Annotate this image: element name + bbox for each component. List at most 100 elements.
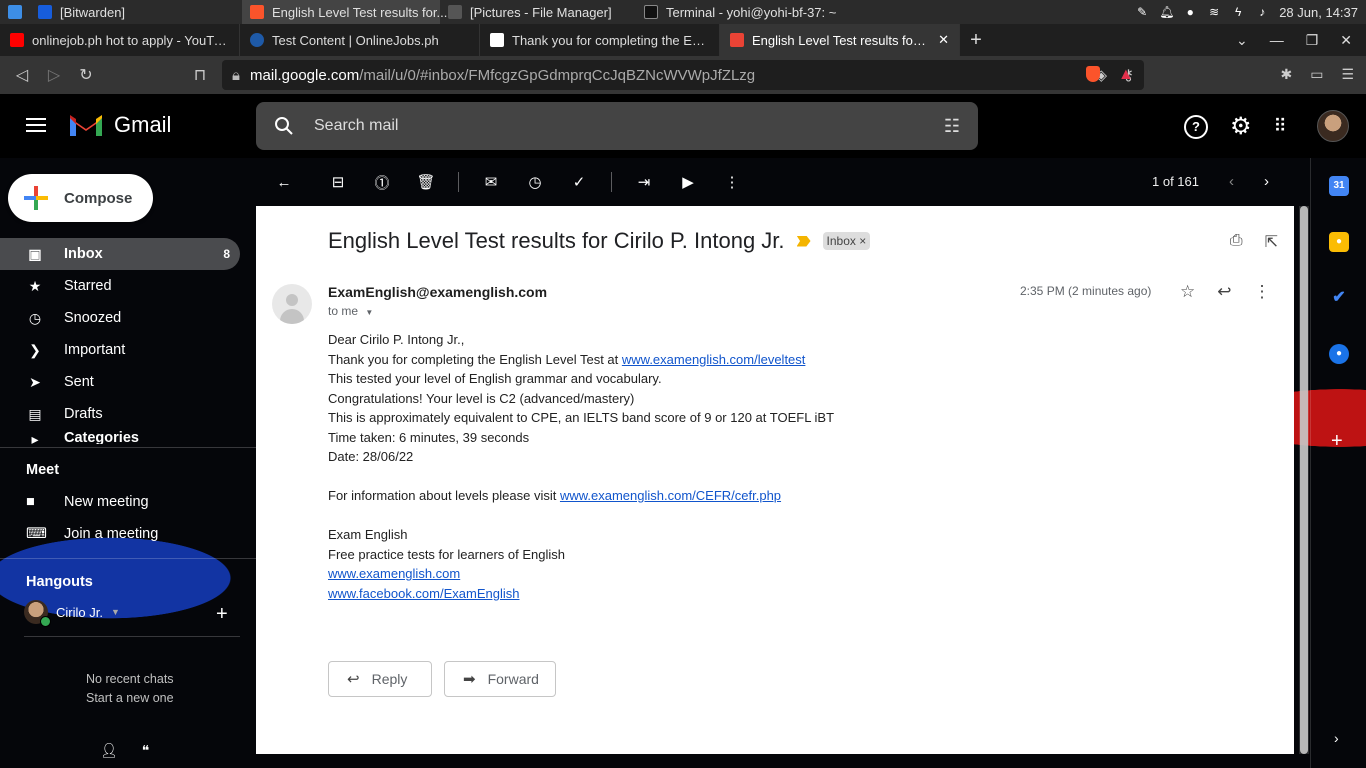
bell-icon[interactable]: 🔔︎ xyxy=(1159,5,1174,19)
facebook-link[interactable]: www.facebook.com/ExamEnglish xyxy=(328,586,519,601)
compose-button[interactable]: Compose xyxy=(8,174,153,222)
search-mail-bar[interactable]: Search mail ☷ xyxy=(256,102,978,150)
importance-marker-icon[interactable] xyxy=(796,235,811,247)
maximize-icon[interactable]: ❐ xyxy=(1306,32,1319,49)
sidebar-item-drafts[interactable]: ▤ Drafts xyxy=(0,398,240,430)
task-browser[interactable]: English Level Test results for... xyxy=(242,0,447,24)
print-icon[interactable]: ⎙ xyxy=(1230,232,1243,252)
reply-icon[interactable]: ↩ xyxy=(1217,282,1231,302)
forward-button[interactable]: ➡ Forward xyxy=(444,661,556,697)
browser-tab[interactable]: Thank you for completing the English xyxy=(480,24,720,56)
newer-chevron-icon[interactable]: ‹ xyxy=(1229,173,1234,190)
address-bar[interactable]: 🔒︎ mail.google.com /mail/u/0/#inbox/FMfc… xyxy=(222,60,1144,90)
apps-grid-icon[interactable]: ⠿ xyxy=(1274,116,1287,137)
main-menu-icon[interactable] xyxy=(26,118,46,132)
hangouts-avatar xyxy=(24,600,51,627)
archive-icon[interactable]: ⊟ xyxy=(326,170,350,194)
add-to-tasks-icon[interactable]: ✓ xyxy=(567,170,591,194)
sidebar-item-label: Drafts xyxy=(64,406,103,422)
tab-title: English Level Test results for Cirilo xyxy=(752,32,931,48)
search-options-icon[interactable]: ☷ xyxy=(944,116,960,137)
notes-icon[interactable]: ✎ xyxy=(1135,5,1149,19)
tab-search-icon[interactable]: ⌄ xyxy=(1236,32,1248,49)
open-new-window-icon[interactable]: ⇱ xyxy=(1265,232,1278,252)
task-bitwarden[interactable]: [Bitwarden] xyxy=(30,0,242,24)
search-input[interactable]: Search mail xyxy=(314,117,398,135)
sender-address[interactable]: ExamEnglish@examenglish.com xyxy=(328,284,547,300)
new-meeting-item[interactable]: ■ New meeting xyxy=(26,494,149,510)
star-icon[interactable]: ☆ xyxy=(1180,282,1195,302)
sidebar-item-important[interactable]: ❯ Important xyxy=(0,334,240,366)
extensions-icon[interactable]: ✱ xyxy=(1280,66,1292,83)
settings-gear-icon[interactable]: ⚙ xyxy=(1230,112,1252,141)
close-window-icon[interactable]: ✕ xyxy=(1340,32,1352,49)
wallet-icon[interactable]: ▭ xyxy=(1310,66,1323,83)
get-addons-plus-icon[interactable]: + xyxy=(1331,430,1343,453)
lightbulb-icon[interactable]: ● xyxy=(1183,5,1197,19)
new-tab-button[interactable]: + xyxy=(960,29,992,52)
brave-shield-icon[interactable] xyxy=(1086,66,1100,82)
reply-button[interactable]: ↩ Reply xyxy=(328,661,432,697)
sidebar-item-starred[interactable]: ★ Starred xyxy=(0,270,240,302)
recipient-details[interactable]: to me ▼ xyxy=(328,304,373,318)
wifi-icon[interactable]: ≋ xyxy=(1207,5,1221,19)
help-icon[interactable]: ? xyxy=(1184,114,1208,139)
browser-tab[interactable]: Test Content | OnlineJobs.ph xyxy=(240,24,480,56)
browser-tab[interactable]: onlinejob.ph hot to apply - YouTube xyxy=(0,24,240,56)
account-avatar[interactable] xyxy=(1317,110,1349,142)
sidebar-item-label: Starred xyxy=(64,278,112,294)
website-link[interactable]: www.examenglish.com xyxy=(328,566,460,581)
tasks-icon[interactable]: ✔ xyxy=(1329,288,1349,308)
bookmark-icon[interactable]: ⊓ xyxy=(184,65,216,85)
new-chat-plus-icon[interactable]: + xyxy=(216,603,228,626)
sidebar-item-inbox[interactable]: ▣ Inbox 8 xyxy=(0,238,240,270)
keep-icon[interactable]: ● xyxy=(1329,232,1349,252)
reload-icon[interactable]: ↻ xyxy=(70,65,102,85)
search-icon[interactable] xyxy=(274,116,294,136)
scrollbar-thumb[interactable] xyxy=(1300,206,1308,754)
mark-unread-icon[interactable]: ✉ xyxy=(479,170,503,194)
contacts-icon[interactable]: 👤︎ xyxy=(100,742,118,759)
older-chevron-icon[interactable]: › xyxy=(1264,173,1269,190)
chevron-down-icon[interactable]: ▼ xyxy=(111,607,120,617)
move-to-icon[interactable]: ⇥ xyxy=(632,170,656,194)
forward-icon[interactable]: ▷ xyxy=(38,65,70,85)
gmail-logo[interactable]: Gmail xyxy=(68,112,171,138)
back-to-inbox-icon[interactable]: ← xyxy=(272,170,296,194)
sidebar-item-sent[interactable]: ➤ Sent xyxy=(0,366,240,398)
leveltest-link[interactable]: www.examenglish.com/leveltest xyxy=(622,352,806,367)
browser-tab-active[interactable]: English Level Test results for Cirilo ✕ xyxy=(720,24,960,56)
body-line: Time taken: 6 minutes, 39 seconds xyxy=(328,429,530,445)
more-options-icon[interactable]: ⋮ xyxy=(720,170,744,194)
hangouts-user[interactable]: Cirilo Jr. ▼ xyxy=(24,600,120,627)
sidebar-item-snoozed[interactable]: ◷ Snoozed xyxy=(0,302,240,334)
contacts-app-icon[interactable]: ● xyxy=(1329,344,1349,364)
power-icon[interactable]: ϟ xyxy=(1231,5,1245,19)
report-spam-icon[interactable]: ⓵ xyxy=(370,170,394,194)
calendar-icon[interactable]: 31 xyxy=(1329,176,1349,196)
message-scrollbar[interactable] xyxy=(1299,206,1309,754)
show-side-panel-chevron-icon[interactable]: › xyxy=(1334,730,1339,746)
close-tab-icon[interactable]: ✕ xyxy=(938,32,949,48)
start-new-chat-link[interactable]: Start a new one xyxy=(86,689,174,708)
volume-icon[interactable]: ♪ xyxy=(1255,5,1269,19)
task-file-manager[interactable]: [Pictures - File Manager] xyxy=(440,0,636,24)
sidebar-item-categories[interactable]: ▸ Categories xyxy=(0,430,240,444)
delete-icon[interactable]: 🗑︎ xyxy=(414,170,438,194)
brave-rewards-icon[interactable]: ▲ xyxy=(1118,66,1134,84)
menu-icon[interactable]: ☰ xyxy=(1341,66,1354,83)
cefr-link[interactable]: www.examenglish.com/CEFR/cefr.php xyxy=(560,488,781,503)
remove-label-icon[interactable]: × xyxy=(859,234,866,248)
join-meeting-item[interactable]: ⌨ Join a meeting xyxy=(26,526,158,542)
browser-tab-strip: onlinejob.ph hot to apply - YouTube Test… xyxy=(0,24,1366,56)
more-icon[interactable]: ⋮ xyxy=(1254,282,1271,302)
app-menu[interactable] xyxy=(0,0,30,24)
snooze-icon[interactable]: ◷ xyxy=(523,170,547,194)
labels-icon[interactable]: ▶ xyxy=(676,170,700,194)
hangouts-quote-icon[interactable]: ❝ xyxy=(142,742,150,759)
clock[interactable]: 28 Jun, 14:37 xyxy=(1279,5,1358,20)
back-icon[interactable]: ◁ xyxy=(6,65,38,85)
task-terminal[interactable]: Terminal - yohi@yohi-bf-37: ~ xyxy=(636,0,866,24)
minimize-icon[interactable]: — xyxy=(1270,32,1284,49)
body-line: This is approximately equivalent to CPE,… xyxy=(328,410,835,425)
